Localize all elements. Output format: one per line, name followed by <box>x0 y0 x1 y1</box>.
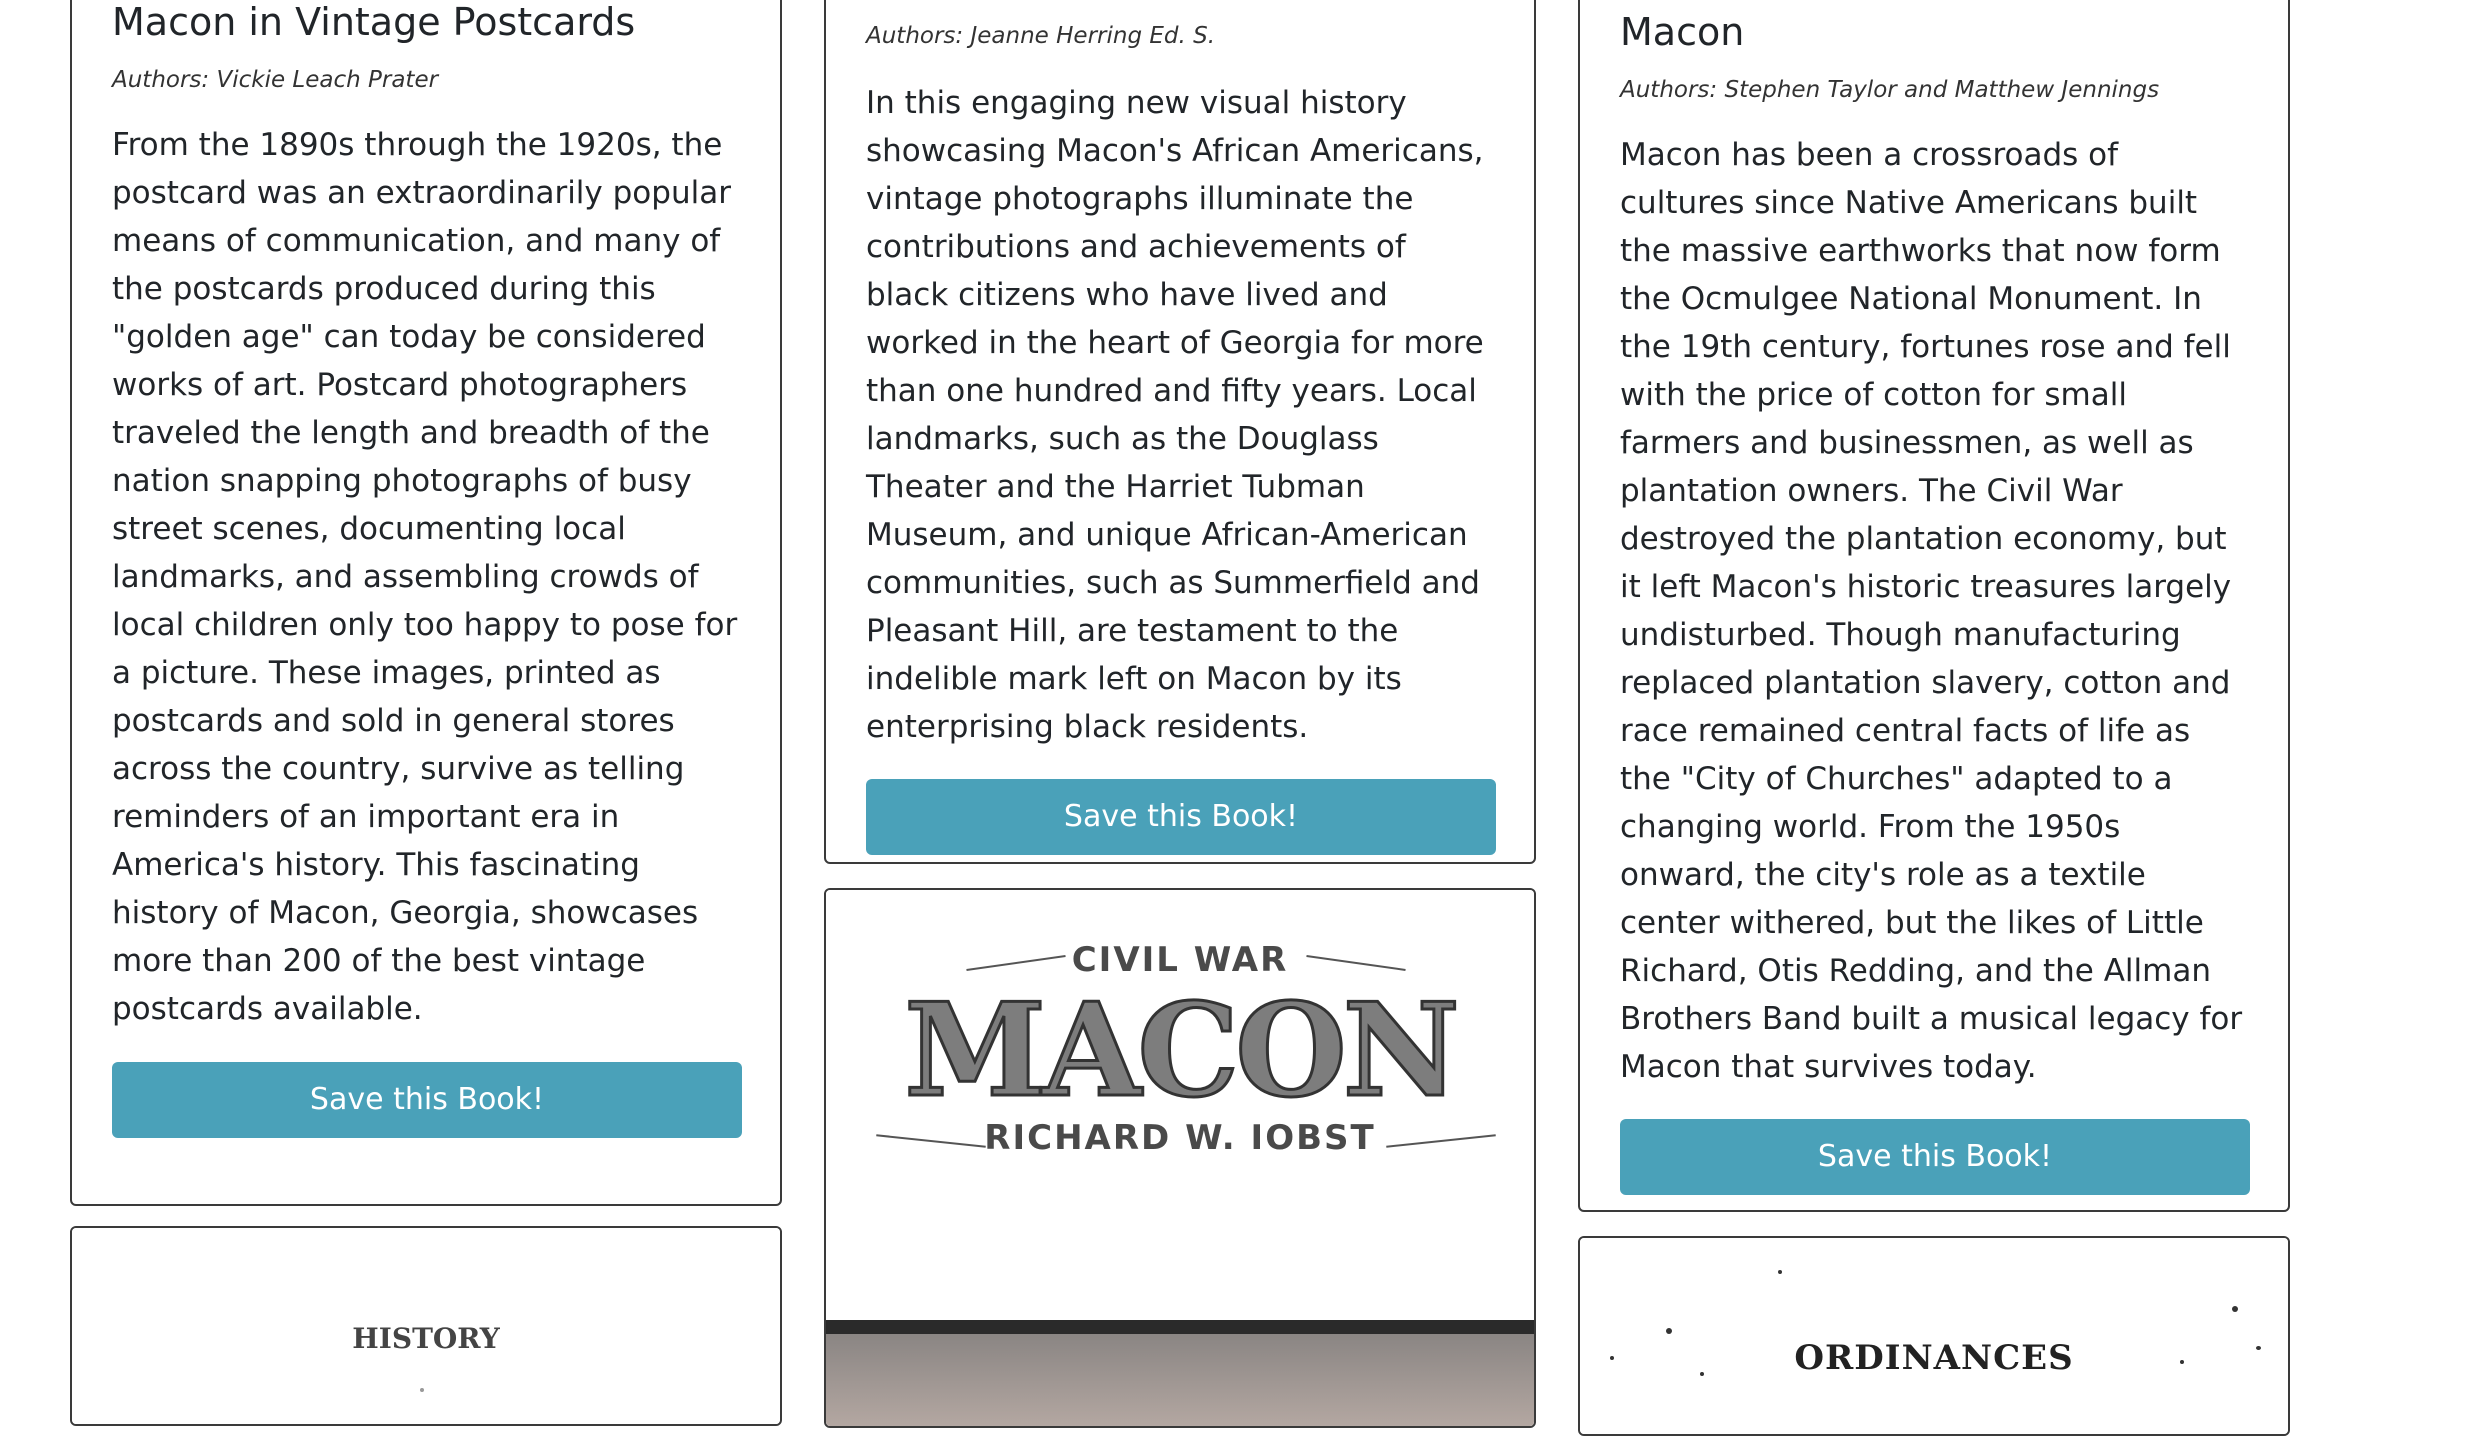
book-authors: Authors: Vickie Leach Prater <box>112 67 439 93</box>
cover-speck <box>420 1388 424 1392</box>
save-book-button[interactable]: Save this Book! <box>1620 1119 2250 1195</box>
cover-photo-edge <box>826 1320 1534 1334</box>
book-cover-image: HISTORY <box>72 1228 780 1424</box>
book-description: In this engaging new visual history show… <box>866 85 1484 745</box>
book-title: Macon in Vintage Postcards <box>112 0 636 44</box>
cover-text: RICHARD W. IOBST <box>984 1118 1376 1158</box>
book-description: Macon has been a crossroads of cultures … <box>1620 137 2243 1085</box>
cover-text: CIVIL WAR <box>1071 940 1289 980</box>
book-card: HISTORY <box>70 1226 782 1426</box>
book-card: Authors: Jeanne Herring Ed. S. In this e… <box>824 0 1536 864</box>
cover-speck <box>2256 1346 2261 1350</box>
book-title: Macon <box>1620 10 1745 54</box>
book-authors: Authors: Stephen Taylor and Matthew Jenn… <box>1620 77 2160 103</box>
book-cover-image: CIVIL WAR MACON RICHARD W. IOBST <box>826 890 1534 1426</box>
book-authors: Authors: Jeanne Herring Ed. S. <box>866 23 1216 49</box>
cover-speck <box>1778 1270 1782 1274</box>
cover-photo <box>826 1334 1534 1426</box>
book-card: Macon in Vintage Postcards Authors: Vick… <box>70 0 782 1206</box>
cover-speck <box>1700 1372 1704 1376</box>
cover-speck <box>1610 1356 1614 1360</box>
cover-text: HISTORY <box>352 1322 500 1355</box>
cover-speck <box>2180 1360 2184 1364</box>
book-description: From the 1890s through the 1920s, the po… <box>112 127 738 1027</box>
save-book-button[interactable]: Save this Book! <box>112 1062 742 1138</box>
cover-speck <box>1666 1328 1672 1334</box>
cover-speck <box>2232 1306 2238 1312</box>
cover-text: ORDINANCES <box>1794 1338 2074 1378</box>
cover-text: MACON <box>903 976 1461 1126</box>
book-card: ORDINANCES <box>1578 1236 2290 1436</box>
save-book-button[interactable]: Save this Book! <box>866 779 1496 855</box>
book-card: Macon Authors: Stephen Taylor and Matthe… <box>1578 0 2290 1212</box>
book-cover-image: ORDINANCES <box>1580 1238 2288 1434</box>
book-card: CIVIL WAR MACON RICHARD W. IOBST <box>824 888 1536 1428</box>
